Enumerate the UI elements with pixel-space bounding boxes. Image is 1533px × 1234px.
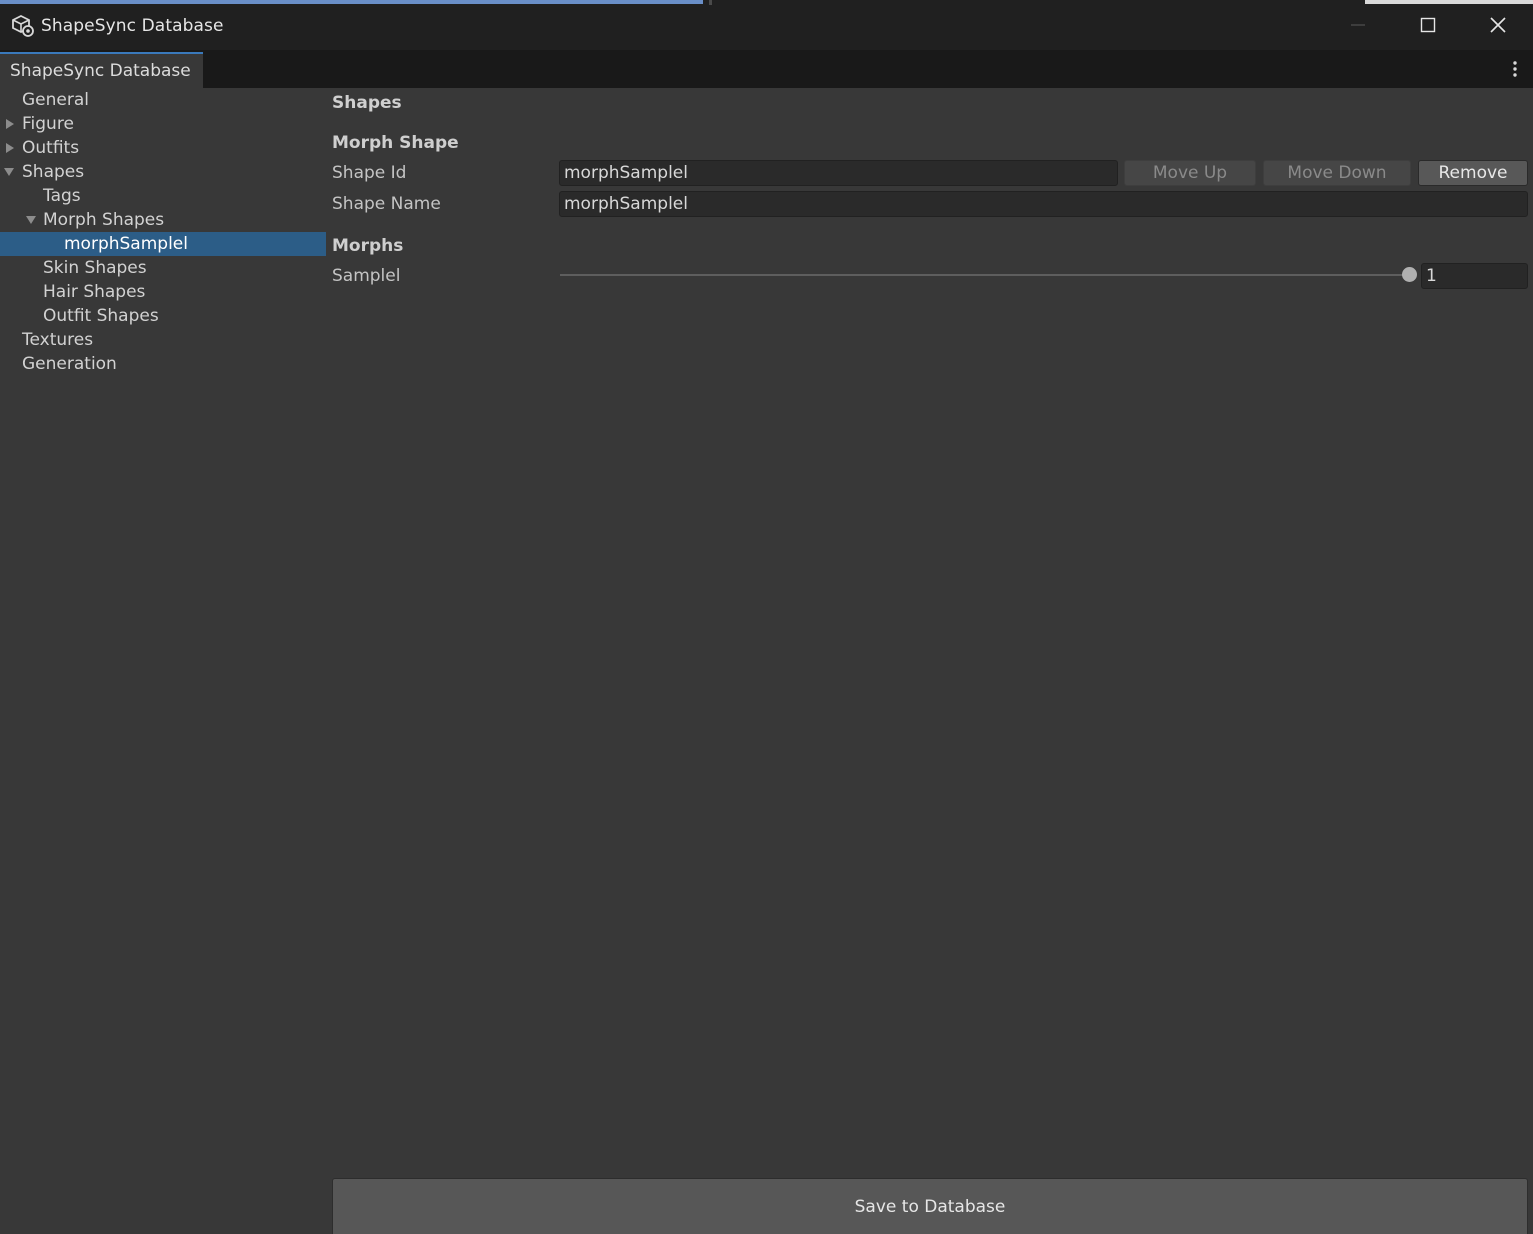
sidebar-tree: General Figure Outfits Shapes Tags Morph…: [0, 88, 326, 1234]
tree-item-outfit-shapes[interactable]: Outfit Shapes: [0, 304, 326, 328]
morph-shape-heading: Morph Shape: [332, 133, 459, 153]
background-window-edge: [0, 0, 703, 4]
tree-item-label: Textures: [22, 330, 94, 350]
tree-item-label: Figure: [22, 114, 74, 134]
tree-item-tags[interactable]: Tags: [0, 184, 326, 208]
page-title: Shapes: [332, 93, 402, 113]
tree-item-label: General: [22, 90, 89, 110]
remove-button[interactable]: Remove: [1418, 160, 1528, 186]
unity-app-icon: [12, 14, 34, 37]
tree-item-label: Hair Shapes: [43, 282, 146, 302]
tree-item-generation[interactable]: Generation: [0, 352, 326, 376]
more-options-icon[interactable]: [1505, 58, 1525, 80]
tree-item-morph-shapes[interactable]: Morph Shapes: [0, 208, 326, 232]
morphs-heading: Morphs: [332, 236, 404, 256]
tree-item-skin-shapes[interactable]: Skin Shapes: [0, 256, 326, 280]
close-button[interactable]: [1463, 0, 1533, 50]
tree-item-textures[interactable]: Textures: [0, 328, 326, 352]
close-icon: [1490, 17, 1506, 33]
minimize-button[interactable]: [1323, 0, 1393, 50]
expand-arrow-icon[interactable]: [5, 143, 15, 153]
collapse-arrow-icon[interactable]: [26, 215, 36, 225]
tree-item-label: Shapes: [22, 162, 85, 182]
tree-item-label: Skin Shapes: [43, 258, 147, 278]
tree-item-outfits[interactable]: Outfits: [0, 136, 326, 160]
tab-strip: ShapeSync Database: [0, 50, 1533, 88]
morph-slider-label: Samplel: [332, 266, 401, 286]
tree-item-shapes[interactable]: Shapes: [0, 160, 326, 184]
move-up-button[interactable]: Move Up: [1124, 160, 1256, 186]
shape-id-field[interactable]: [559, 160, 1118, 186]
tree-item-label: morphSamplel: [64, 234, 188, 254]
shape-name-field[interactable]: [559, 191, 1528, 217]
background-window-divider: [709, 0, 712, 5]
tree-item-label: Generation: [22, 354, 117, 374]
tab-shapesync-database[interactable]: ShapeSync Database: [0, 52, 203, 88]
shape-id-label: Shape Id: [332, 163, 407, 183]
morph-slider-track[interactable]: [560, 274, 1410, 276]
maximize-icon: [1420, 17, 1436, 33]
tree-item-label: Outfit Shapes: [43, 306, 159, 326]
shape-name-label: Shape Name: [332, 194, 441, 214]
tree-item-label: Outfits: [22, 138, 80, 158]
window-title: ShapeSync Database: [41, 16, 224, 36]
morph-slider-thumb[interactable]: [1402, 267, 1417, 282]
minimize-icon: [1351, 24, 1365, 26]
collapse-arrow-icon[interactable]: [4, 167, 14, 177]
app-window: ShapeSync Database ShapeSync Database Ge…: [0, 0, 1533, 1234]
maximize-button[interactable]: [1393, 0, 1463, 50]
tree-item-figure[interactable]: Figure: [0, 112, 326, 136]
tree-item-label: Tags: [43, 186, 81, 206]
tree-item-label: Morph Shapes: [43, 210, 165, 230]
tree-item-general[interactable]: General: [0, 88, 326, 112]
tree-item-morphsamplel[interactable]: morphSamplel: [0, 232, 326, 256]
inspector-panel: Shapes Morph Shape Shape Id Move Up Move…: [326, 88, 1533, 1234]
tree-item-hair-shapes[interactable]: Hair Shapes: [0, 280, 326, 304]
morph-value-field[interactable]: [1421, 263, 1528, 289]
expand-arrow-icon[interactable]: [5, 119, 15, 129]
save-to-database-button[interactable]: Save to Database: [332, 1178, 1528, 1234]
title-bar[interactable]: ShapeSync Database: [0, 0, 1533, 50]
move-down-button[interactable]: Move Down: [1263, 160, 1411, 186]
